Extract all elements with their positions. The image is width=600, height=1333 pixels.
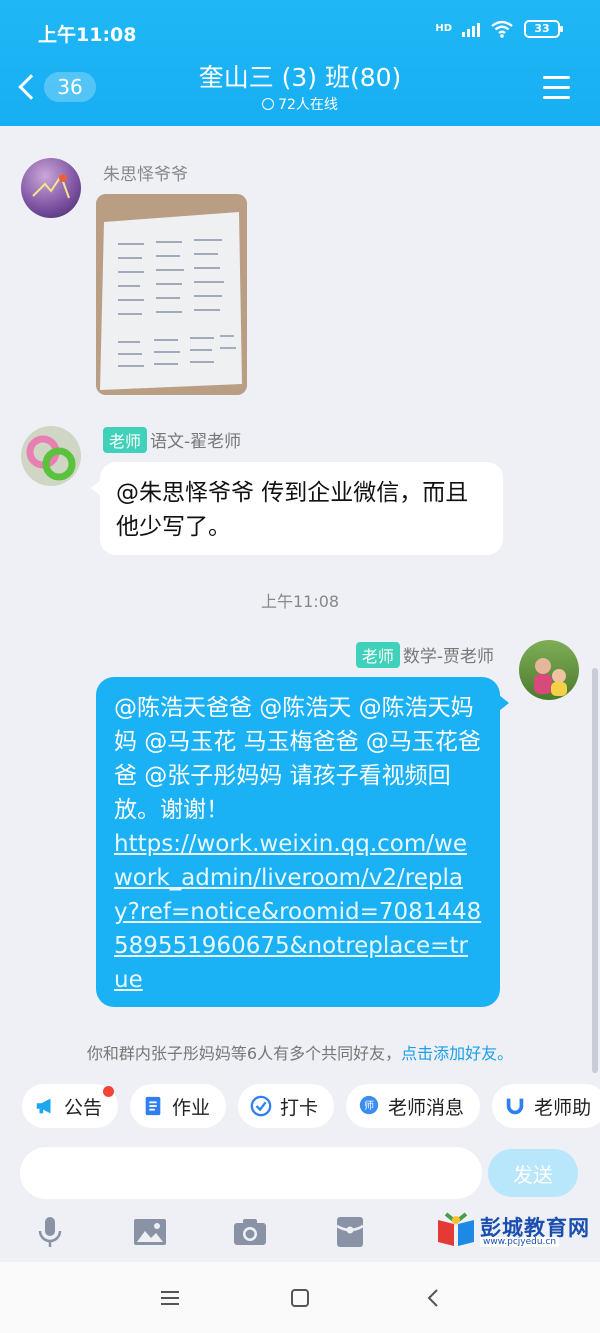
message-bubble[interactable]: @朱思怿爷爷 传到企业微信，而且他少写了。 xyxy=(91,462,503,555)
chat-header: 上午11:08 HD 33 36 奎山三 (3) 班(80) 72人在线 xyxy=(0,0,600,126)
magnet-icon xyxy=(506,1098,524,1115)
checkin-button[interactable]: 打卡 xyxy=(238,1084,335,1128)
menu-icon[interactable] xyxy=(543,76,570,106)
online-count[interactable]: 72人在线 xyxy=(0,94,600,114)
avatar[interactable] xyxy=(21,158,81,218)
status-time: 上午11:08 xyxy=(38,24,137,46)
avatar-image xyxy=(26,435,76,481)
teacher-badge: 老师 xyxy=(355,642,400,668)
teacher-badge: 老师 xyxy=(103,427,148,453)
message-timestamp: 上午11:08 xyxy=(260,592,340,611)
announcement-button[interactable]: 公告 xyxy=(22,1084,119,1128)
avatar-image xyxy=(534,658,567,696)
system-note: 你和群内张子彤妈妈等6人有多个共同好友，点击添加好友。 xyxy=(0,1040,600,1064)
avatar-image xyxy=(32,173,70,199)
online-status-icon xyxy=(262,98,275,110)
site-watermark: 彭城教育网 www.pcjyedu.cn xyxy=(434,1210,600,1250)
message-bubble-self[interactable]: @陈浩天爸爸 @陈浩天 @陈浩天妈妈 @马玉花 马玉梅爸爸 @马玉花爸爸 @张子… xyxy=(96,677,509,1007)
back-nav-icon[interactable] xyxy=(422,1286,446,1310)
home-icon[interactable] xyxy=(288,1286,312,1310)
quick-actions: 公告 作业 打卡 师 老师消息 老师助 xyxy=(22,1084,600,1128)
homework-button[interactable]: 作业 xyxy=(130,1084,227,1128)
teacher-messages-label: 老师消息 xyxy=(388,1096,465,1119)
teacher-assistant-button[interactable]: 老师助 xyxy=(492,1084,600,1128)
teacher-messages-button[interactable]: 师 老师消息 xyxy=(346,1084,481,1128)
unread-dot xyxy=(103,1086,115,1097)
photo-message[interactable] xyxy=(96,194,247,395)
microphone-icon[interactable] xyxy=(32,1214,68,1250)
hd-indicator: HD xyxy=(435,23,452,34)
announcement-label: 公告 xyxy=(64,1096,103,1119)
signal-icon xyxy=(462,21,480,37)
message-text: @陈浩天爸爸 @陈浩天 @陈浩天妈妈 @马玉花 马玉梅爸爸 @马玉花爸爸 @张子… xyxy=(114,695,481,823)
sender-name: 语文-翟老师 xyxy=(150,432,242,452)
book-logo-icon xyxy=(438,1212,474,1246)
sender-name: 数学-贾老师 xyxy=(402,647,494,667)
sender-line: 老师 语文-翟老师 xyxy=(103,427,241,453)
checkin-label: 打卡 xyxy=(280,1096,319,1119)
sender-name: 朱思怿爷爷 xyxy=(103,165,188,185)
recent-apps-icon[interactable] xyxy=(158,1286,182,1310)
replay-link[interactable]: https://work.weixin.qq.com/wework_admin/… xyxy=(114,827,482,997)
system-nav-bar xyxy=(0,1262,600,1333)
send-button[interactable]: 发送 xyxy=(488,1149,578,1197)
image-icon[interactable] xyxy=(132,1214,168,1250)
red-packet-icon[interactable] xyxy=(332,1214,368,1250)
watermark-url: www.pcjyedu.cn xyxy=(480,1237,560,1247)
add-friend-link[interactable]: 点击添加好友。 xyxy=(401,1044,513,1063)
svg-text:师: 师 xyxy=(364,1099,374,1112)
teacher-chat-icon: 师 xyxy=(359,1095,379,1115)
wifi-icon xyxy=(491,20,513,38)
teacher-assistant-label: 老师助 xyxy=(534,1096,592,1119)
homework-label: 作业 xyxy=(172,1096,211,1119)
status-icons: HD 33 xyxy=(435,20,563,38)
chat-scrollbar[interactable] xyxy=(592,668,598,1073)
system-note-text: 你和群内张子彤妈妈等6人有多个共同好友， xyxy=(86,1044,402,1063)
homework-photo xyxy=(96,194,247,395)
megaphone-icon xyxy=(36,1098,51,1114)
composer: 发送 xyxy=(20,1147,580,1199)
group-title[interactable]: 奎山三 (3) 班(80) xyxy=(0,58,600,94)
document-icon xyxy=(145,1096,161,1116)
online-count-text: 72人在线 xyxy=(278,97,338,113)
battery-icon: 33 xyxy=(524,20,563,38)
avatar[interactable] xyxy=(21,426,81,486)
camera-icon[interactable] xyxy=(232,1214,268,1250)
sender-line: 老师 数学-贾老师 xyxy=(355,642,494,668)
message-input[interactable] xyxy=(20,1147,482,1199)
checkmark-circle-icon xyxy=(250,1095,272,1117)
avatar[interactable] xyxy=(519,640,579,700)
